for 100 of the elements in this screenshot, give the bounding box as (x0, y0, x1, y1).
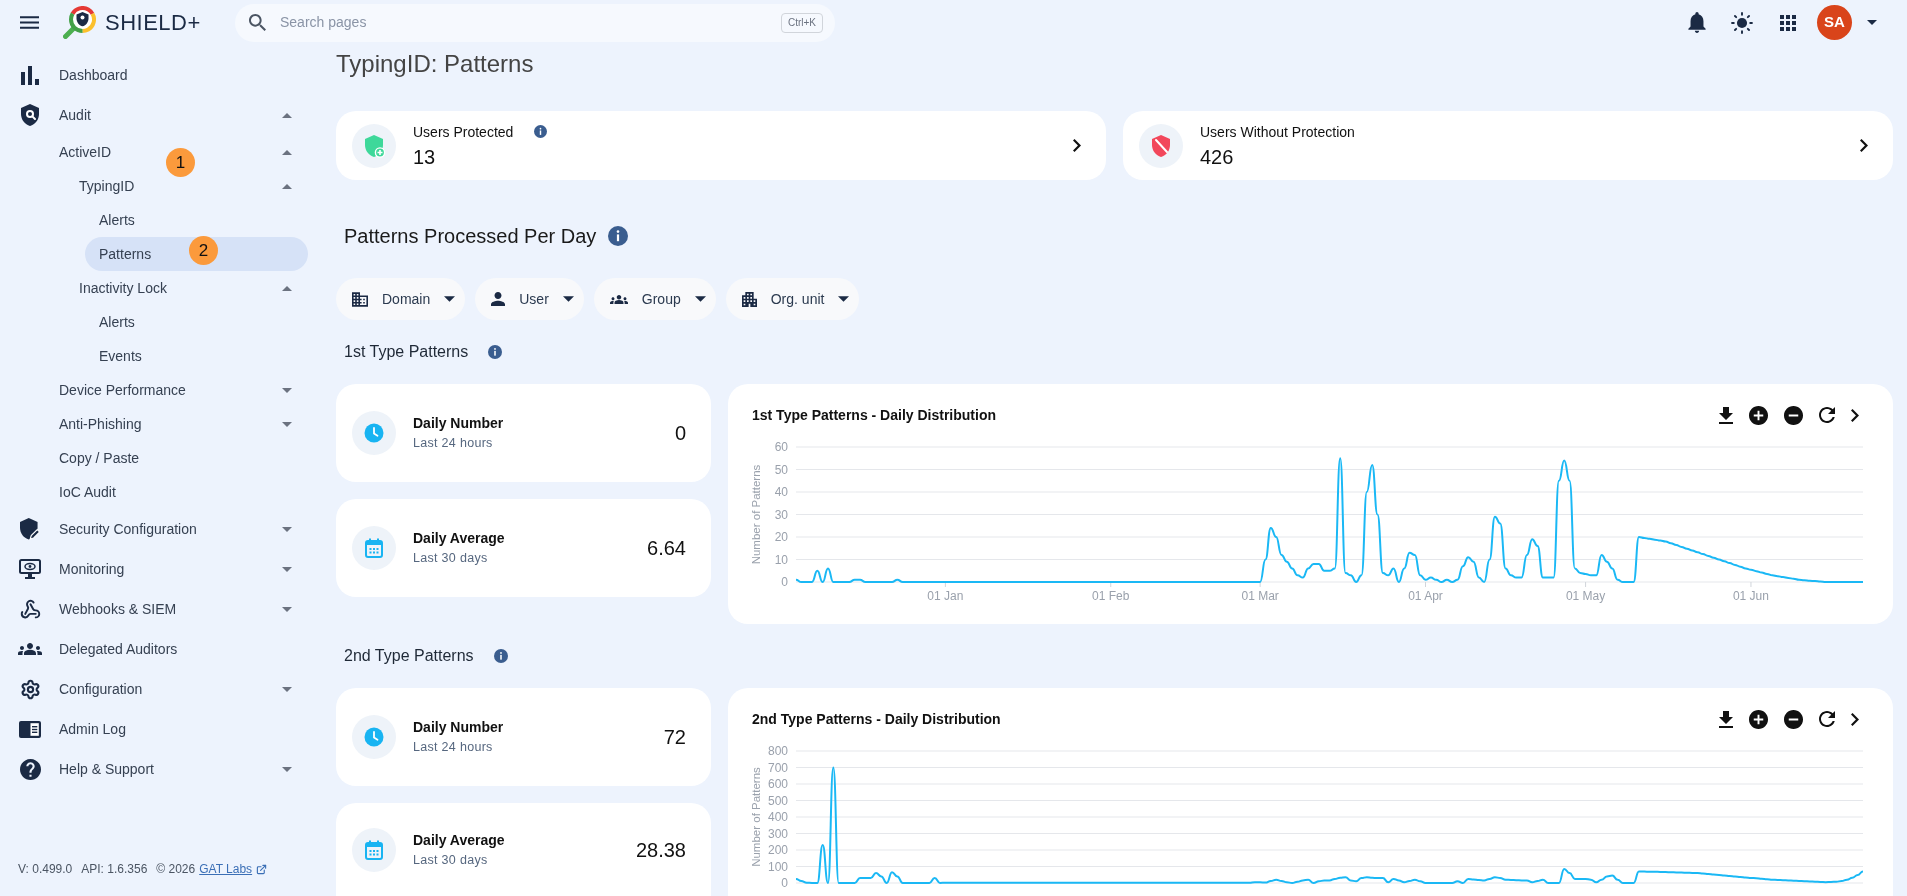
download-icon[interactable] (1719, 710, 1733, 728)
axis-tick-label: 100 (767, 859, 788, 874)
info-icon[interactable] (488, 345, 503, 359)
caret-down-icon (444, 296, 456, 302)
stat-period: Last 30 days (413, 551, 489, 566)
caret-up-icon[interactable] (282, 112, 292, 118)
filter-dropdown[interactable]: Domain (336, 278, 466, 320)
chevron-right-icon[interactable] (1860, 139, 1868, 152)
info-icon[interactable] (493, 649, 508, 663)
zoom-in-icon[interactable] (1749, 709, 1768, 729)
sidebar-item[interactable]: Monitoring (59, 558, 125, 580)
caret-up-icon[interactable] (282, 183, 292, 189)
sidebar-item[interactable]: Webhooks & SIEM (59, 598, 177, 620)
brightness-icon[interactable] (1731, 11, 1753, 34)
bar-chart-icon (21, 65, 39, 85)
shield-slash-icon (1139, 123, 1183, 168)
axis-tick-label: 400 (767, 810, 788, 824)
axis-tick-label: 50 (774, 462, 788, 477)
filter-dropdown[interactable]: Org. unit (725, 278, 860, 320)
zoom-in-icon[interactable] (1749, 405, 1768, 425)
caret-down-icon[interactable] (1867, 20, 1877, 25)
sidebar-item[interactable]: Copy / Paste (59, 447, 140, 469)
apps-grid-icon[interactable] (1780, 14, 1796, 31)
bell-icon[interactable] (1688, 12, 1706, 33)
footer-link[interactable]: GAT Labs (199, 861, 268, 877)
stat-label: Daily Number (413, 415, 504, 432)
caret-up-icon[interactable] (282, 285, 292, 291)
shield-pencil-icon (20, 518, 40, 540)
stat-value: 72 (663, 725, 686, 749)
axis-tick-label: 700 (767, 760, 788, 775)
axis-tick-label: 200 (767, 843, 788, 857)
sidebar-item[interactable]: Configuration (59, 678, 143, 700)
menu-icon[interactable] (20, 16, 39, 29)
axis-tick-label: 0 (781, 575, 788, 589)
axis-tick-label: 01 Jan (927, 589, 964, 603)
sidebar-item[interactable]: Help & Support (59, 758, 154, 780)
filter-dropdown[interactable]: User (475, 278, 584, 320)
monitor-eye-icon (19, 559, 41, 579)
info-icon[interactable] (534, 125, 548, 138)
stat-value: 6.64 (647, 536, 686, 560)
axis-tick-label: 0 (781, 876, 788, 890)
version-text: V: 0.499.0 (18, 861, 73, 877)
sidebar-item[interactable]: Events (99, 345, 142, 367)
sidebar-item[interactable]: Admin Log (59, 718, 126, 740)
refresh-icon[interactable] (1819, 407, 1835, 423)
clock-icon (352, 715, 396, 759)
caret-up-icon[interactable] (282, 149, 292, 155)
summary-card[interactable]: Users Without Protection 426 (1123, 111, 1893, 180)
chart-title: 1st Type Patterns - Daily Distribution (752, 405, 996, 425)
subsection-title: 2nd Type Patterns (344, 646, 474, 666)
stat-value: 0 (674, 421, 686, 445)
section-title: Patterns Processed Per Day (344, 224, 597, 249)
people-icon (18, 643, 42, 655)
axis-tick-label: 500 (767, 793, 788, 808)
filter-dropdown[interactable]: Group (593, 278, 716, 320)
axis-tick-label: 800 (767, 744, 788, 758)
copyright-text: © 2026 (156, 861, 196, 877)
sidebar-item[interactable]: Anti-Phishing (59, 413, 142, 435)
stat-period: Last 24 hours (413, 740, 494, 755)
download-icon[interactable] (1719, 406, 1733, 424)
chevron-right-icon[interactable] (1073, 139, 1081, 152)
building-icon (352, 291, 368, 307)
caret-down-icon (562, 296, 574, 302)
sidebar-item[interactable]: ActiveID (59, 141, 112, 163)
axis-tick-label: 30 (774, 507, 788, 522)
sidebar-item[interactable]: Alerts (99, 209, 135, 231)
user-avatar[interactable]: SA (1817, 5, 1852, 40)
search-icon (249, 14, 266, 31)
stat-period: Last 30 days (413, 852, 489, 868)
sidebar-item[interactable]: TypingID (79, 175, 135, 197)
settings-icon (19, 678, 41, 700)
webhook-icon (19, 598, 41, 620)
zoom-out-icon[interactable] (1784, 709, 1803, 729)
summary-card[interactable]: Users Protected 13 (336, 111, 1106, 180)
sidebar-item[interactable]: Device Performance (59, 379, 186, 401)
sidebar-item[interactable]: Dashboard (59, 64, 128, 86)
zoom-out-icon[interactable] (1784, 405, 1803, 425)
shield-search-icon (21, 104, 39, 126)
axis-tick-label: 01 Feb (1092, 589, 1130, 603)
api-version-text: API: 1.6.356 (81, 861, 148, 877)
chevron-right-icon[interactable] (1851, 712, 1859, 726)
refresh-icon[interactable] (1819, 711, 1835, 727)
help-icon (19, 758, 41, 780)
shortcut-hint: Ctrl+K (780, 12, 823, 33)
search-field[interactable]: Search pages Ctrl+K (235, 3, 835, 42)
axis-tick-label: 01 May (1565, 589, 1606, 603)
sidebar-item[interactable]: Delegated Auditors (59, 638, 178, 660)
stat-label: Daily Number (413, 719, 504, 736)
sidebar-item[interactable]: Audit (59, 104, 91, 126)
summary-value: 426 (1200, 144, 1235, 169)
stat-period: Last 24 hours (413, 436, 494, 451)
sidebar-item[interactable]: Alerts (99, 311, 135, 333)
stat-value: 28.38 (635, 837, 686, 862)
info-icon[interactable] (608, 226, 629, 246)
sidebar-item[interactable]: Security Configuration (59, 518, 197, 540)
step-marker: 1 (166, 148, 195, 177)
sidebar-item[interactable]: IoC Audit (59, 481, 116, 503)
chevron-right-icon[interactable] (1851, 408, 1859, 422)
search-input[interactable]: Search pages (280, 12, 781, 33)
sidebar-item[interactable]: Inactivity Lock (79, 277, 167, 299)
